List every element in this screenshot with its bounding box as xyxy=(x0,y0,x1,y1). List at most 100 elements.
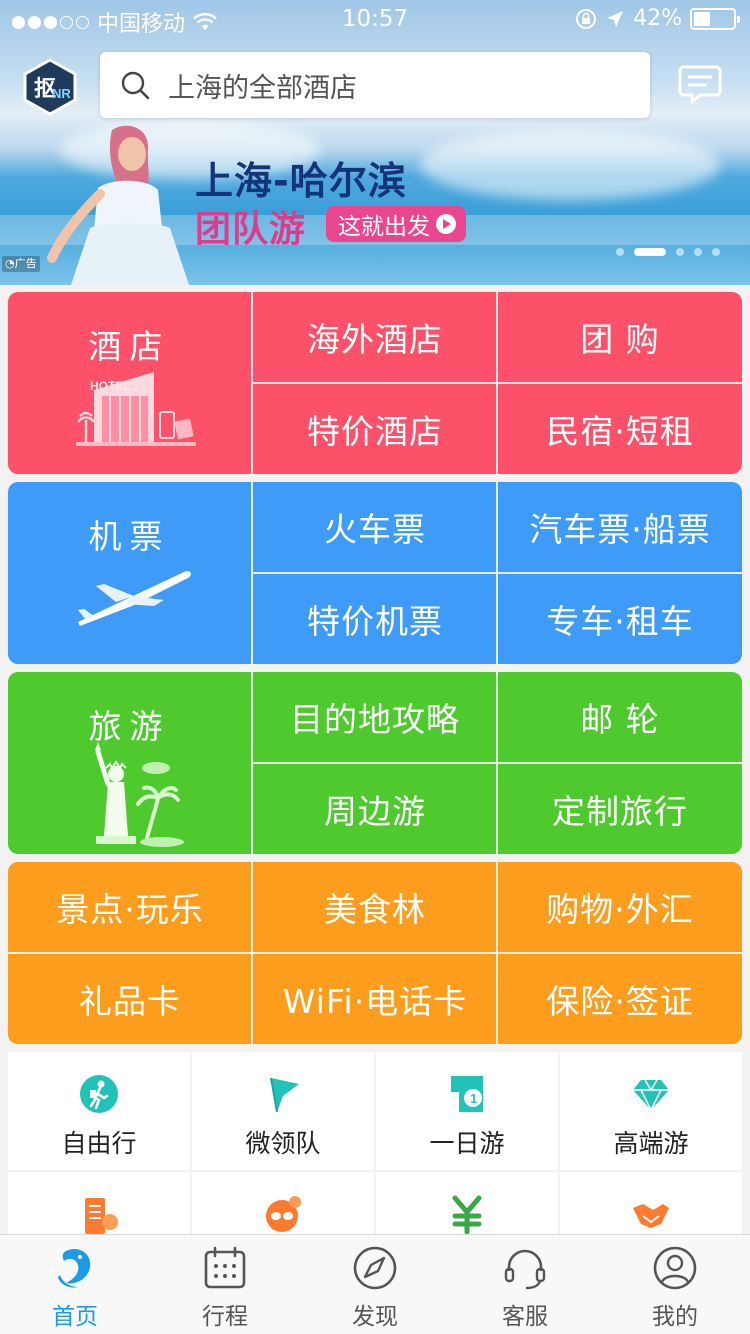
flight-cell-2[interactable]: 特价机票 xyxy=(253,574,497,664)
quick-link-mini-guide[interactable]: 微领队 xyxy=(192,1052,374,1170)
tab-service[interactable]: 客服 xyxy=(450,1235,600,1334)
ad-banner[interactable]: 中国移动 10:57 42% 抠 NR 上海的全部酒店 上海-哈尔滨 团队游 这… xyxy=(0,0,750,285)
hotel-cell-3-label: 民宿·短租 xyxy=(546,412,694,451)
quick-link-label: 自由行 xyxy=(61,1129,137,1158)
yuan-icon xyxy=(452,1195,482,1234)
diamond-icon xyxy=(633,1079,669,1112)
misc-cell-5-label: 保险·签证 xyxy=(546,982,694,1021)
pager-dot xyxy=(616,248,624,256)
misc-cell-5[interactable]: 保险·签证 xyxy=(498,954,742,1044)
pager-dot xyxy=(712,248,720,256)
travel-cell-3[interactable]: 定制旅行 xyxy=(498,764,742,854)
misc-cell-2[interactable]: 购物·外汇 xyxy=(498,862,742,952)
hotel-button[interactable]: 酒店 HOTEL xyxy=(8,292,251,474)
hotel-cell-1[interactable]: 团 购 xyxy=(498,292,742,382)
misc-cell-1-label: 美食林 xyxy=(324,890,426,929)
flight-cell-3-label: 专车·租车 xyxy=(546,602,694,641)
tab-label: 发现 xyxy=(352,1304,398,1330)
app-logo-icon: 抠 NR xyxy=(23,58,77,116)
misc-cell-0[interactable]: 景点·玩乐 xyxy=(8,862,252,952)
flight-button[interactable]: 机票 xyxy=(8,482,251,664)
quick-link-free-travel[interactable]: 自由行 xyxy=(8,1052,190,1170)
hotel-building-icon: HOTEL xyxy=(76,372,196,446)
headset-icon xyxy=(504,1249,546,1290)
hotel-cell-2-label: 特价酒店 xyxy=(307,412,443,451)
battery-icon xyxy=(690,7,740,30)
travel-cell-1[interactable]: 邮 轮 xyxy=(498,672,742,762)
hotel-cell-3[interactable]: 民宿·短租 xyxy=(498,384,742,474)
tab-label: 行程 xyxy=(202,1304,248,1330)
quick-link-label: 微领队 xyxy=(245,1129,321,1158)
misc-section: 景点·玩乐 美食林 购物·外汇礼品卡 WiFi·电话卡 保险·签证 xyxy=(8,862,742,1044)
travel-cell-1-label: 邮 轮 xyxy=(580,700,660,739)
quick-link-label: 高端游 xyxy=(613,1129,689,1158)
misc-cell-4-label: WiFi·电话卡 xyxy=(282,982,468,1021)
grid-divider xyxy=(253,382,742,384)
message-icon[interactable] xyxy=(678,64,722,106)
flight-cell-0-label: 火车票 xyxy=(324,510,426,549)
battery-percent: 42% xyxy=(633,6,682,31)
misc-cell-4[interactable]: WiFi·电话卡 xyxy=(253,954,497,1044)
status-bar: 中国移动 10:57 42% xyxy=(0,0,750,40)
search-input[interactable]: 上海的全部酒店 xyxy=(100,52,650,118)
travel-cell-2-label: 周边游 xyxy=(324,792,426,831)
airplane-icon xyxy=(78,571,191,626)
hotel-cell-2[interactable]: 特价酒店 xyxy=(253,384,497,474)
ad-go-button[interactable]: 这就出发 xyxy=(326,206,466,242)
svg-text:NR: NR xyxy=(52,86,71,101)
ad-subtitle: 团队游 xyxy=(195,209,307,250)
ad-go-label: 这就出发 xyxy=(338,214,430,240)
hotel-section: 酒店 HOTEL 海外酒店 团 购特价酒店 民宿·短租 xyxy=(8,292,742,474)
tab-itinerary[interactable]: 行程 xyxy=(150,1235,300,1334)
flight-cell-3[interactable]: 专车·租车 xyxy=(498,574,742,664)
tab-home[interactable]: 首页 xyxy=(0,1235,150,1334)
flight-cell-0[interactable]: 火车票 xyxy=(253,482,497,572)
hotel-label: 酒店 xyxy=(88,327,171,366)
handshake-icon xyxy=(633,1204,669,1228)
quick-link-luxury[interactable]: 高端游 xyxy=(560,1052,742,1170)
flight-label: 机票 xyxy=(88,517,171,556)
location-arrow-icon xyxy=(607,10,624,27)
tab-discover[interactable]: 发现 xyxy=(300,1235,450,1334)
ad-model-image xyxy=(47,125,189,285)
banner-pager xyxy=(616,248,720,256)
flight-cell-1-label: 汽车票·船票 xyxy=(529,510,711,549)
compass-icon xyxy=(353,1246,397,1290)
travel-cell-3-label: 定制旅行 xyxy=(552,792,688,831)
tab-bar: 首页 行程 发现 客服 我的 xyxy=(0,1234,750,1334)
svg-text:HOTEL: HOTEL xyxy=(90,379,131,393)
building-icon xyxy=(85,1198,118,1234)
rotation-lock-icon xyxy=(576,8,597,29)
statue-of-liberty-icon xyxy=(95,742,184,847)
hotel-cell-1-label: 团 购 xyxy=(580,320,660,359)
dolphin-home-icon xyxy=(58,1248,91,1288)
tab-profile[interactable]: 我的 xyxy=(600,1235,750,1334)
play-icon xyxy=(436,214,456,234)
travel-cell-2[interactable]: 周边游 xyxy=(253,764,497,854)
quick-link-day-tour[interactable]: 1 一日游 xyxy=(376,1052,558,1170)
travel-cell-0[interactable]: 目的地攻略 xyxy=(253,672,497,762)
flight-cell-2-label: 特价机票 xyxy=(307,602,443,641)
ad-tag: ◔广告 xyxy=(2,256,40,272)
ad-title: 上海-哈尔滨 xyxy=(195,159,407,203)
grid-divider xyxy=(8,952,742,954)
misc-cell-1[interactable]: 美食林 xyxy=(253,862,497,952)
search-placeholder: 上海的全部酒店 xyxy=(168,72,357,104)
quick-links-grid: 自由行 微领队 1 一日游 高端游 xyxy=(8,1052,742,1290)
calendar-icon xyxy=(204,1246,246,1289)
hiker-icon xyxy=(80,1075,118,1113)
flight-section: 机票 火车票 汽车票·船票特价机票 专车·租车 xyxy=(8,482,742,664)
search-icon xyxy=(121,71,150,100)
grid-divider xyxy=(253,572,742,574)
quick-link-label: 一日游 xyxy=(429,1129,505,1158)
tab-label: 首页 xyxy=(52,1304,98,1330)
hotel-cell-0-label: 海外酒店 xyxy=(307,320,443,359)
hotel-cell-0[interactable]: 海外酒店 xyxy=(253,292,497,382)
flight-cell-1[interactable]: 汽车票·船票 xyxy=(498,482,742,572)
tab-label: 客服 xyxy=(502,1304,548,1330)
travel-button[interactable]: 旅游 xyxy=(8,672,251,854)
misc-cell-3[interactable]: 礼品卡 xyxy=(8,954,252,1044)
misc-cell-0-label: 景点·玩乐 xyxy=(56,890,204,929)
tab-label: 我的 xyxy=(652,1304,698,1330)
pager-dot xyxy=(694,248,702,256)
